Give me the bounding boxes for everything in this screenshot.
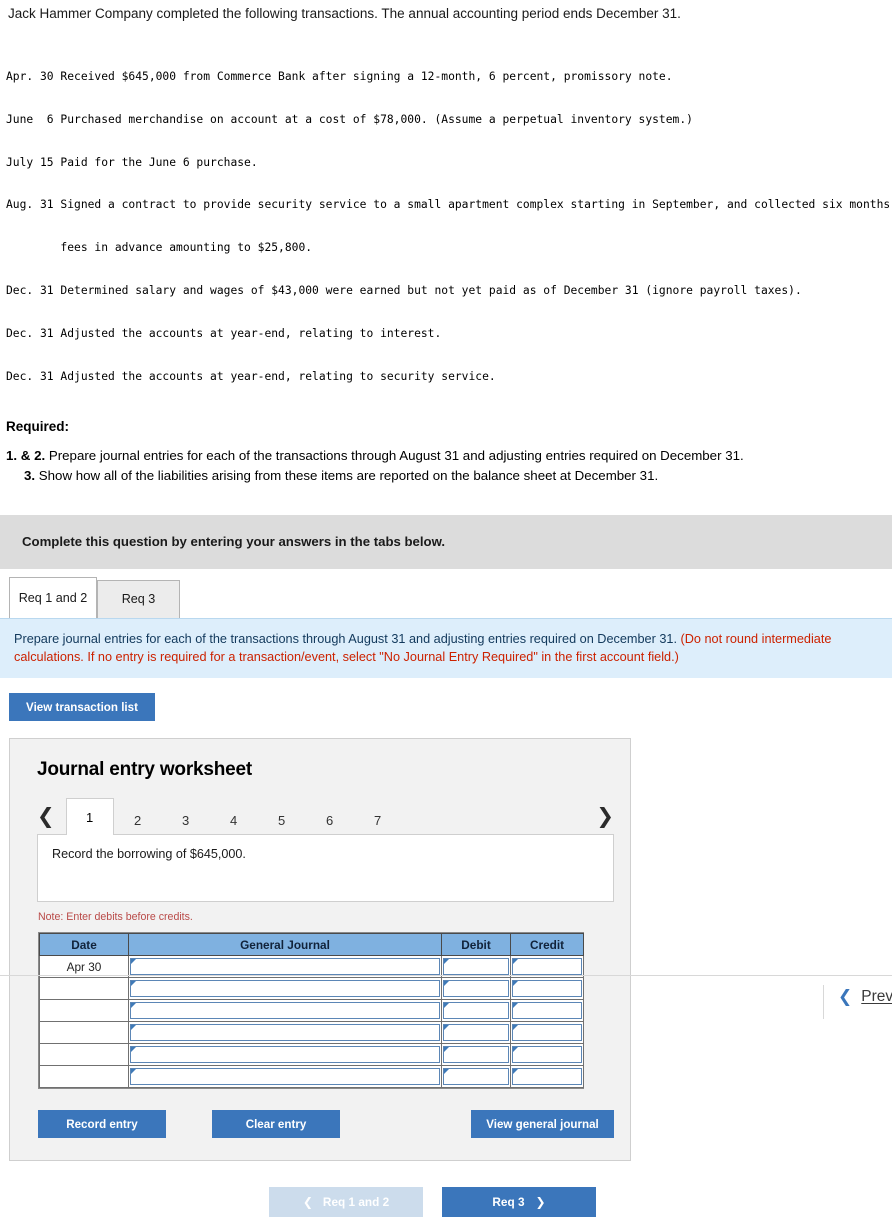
column-header-credit: Credit: [510, 933, 584, 957]
account-select-field[interactable]: [130, 1046, 440, 1064]
column-header-date: Date: [39, 933, 129, 957]
cell-credit: [510, 1043, 584, 1067]
transaction-line: Apr. 30 Received $645,000 from Commerce …: [6, 69, 673, 83]
pager-page-3[interactable]: 3: [162, 805, 210, 835]
instruction-banner: Prepare journal entries for each of the …: [0, 617, 892, 679]
req-3-next-label: Req 3: [492, 1195, 525, 1210]
bottom-navigation-bar: ❮ Prev: [0, 975, 892, 1024]
requirement-navigation: ❮ Req 1 and 2 Req 3 ❯: [0, 1187, 892, 1217]
req-1-and-2-prev-label: Req 1 and 2: [322, 1195, 390, 1210]
debit-input-field[interactable]: [443, 1046, 509, 1064]
credit-input-field[interactable]: [512, 1046, 582, 1064]
req-1-and-2-prev-button[interactable]: ❮ Req 1 and 2: [269, 1187, 423, 1217]
record-entry-button[interactable]: Record entry: [38, 1110, 166, 1139]
clear-entry-button[interactable]: Clear entry: [212, 1110, 340, 1139]
problem-statement-text: Jack Hammer Company completed the follow…: [8, 6, 681, 21]
tab-req-3-label: Req 3: [121, 592, 156, 607]
cell-general-journal: [128, 1043, 442, 1067]
tab-req-1-and-2[interactable]: Req 1 and 2: [9, 576, 97, 618]
worksheet-action-buttons: Record entry Clear entry View general jo…: [38, 1110, 614, 1139]
debit-input-field[interactable]: [443, 1068, 509, 1086]
credit-input-field[interactable]: [512, 958, 582, 976]
transaction-list: Apr. 30 Received $645,000 from Commerce …: [0, 23, 892, 398]
pager-page-5[interactable]: 5: [258, 805, 306, 835]
prev-link[interactable]: ❮ Prev: [838, 988, 892, 1006]
required-item-3-text: Show how all of the liabilities arising …: [35, 467, 659, 483]
transaction-line: July 15 Paid for the June 6 purchase.: [6, 155, 258, 169]
credit-input-field[interactable]: [512, 1068, 582, 1086]
pager-next-icon[interactable]: ❯: [596, 806, 614, 835]
account-select-field[interactable]: [130, 1024, 440, 1042]
table-row: [39, 1043, 584, 1067]
pager-page-2[interactable]: 2: [114, 805, 162, 835]
transaction-line: Aug. 31 Signed a contract to provide sec…: [6, 198, 892, 212]
required-heading: Required:: [6, 418, 70, 434]
chevron-right-icon: ❯: [535, 1195, 546, 1210]
cell-general-journal: [128, 1065, 442, 1089]
problem-statement: Jack Hammer Company completed the follow…: [0, 0, 892, 23]
view-transaction-list-button[interactable]: View transaction list: [9, 693, 155, 722]
required-item-1-2-number: 1. & 2.: [6, 447, 46, 463]
pager-page-numbers: 1 2 3 4 5 6 7: [65, 798, 402, 836]
transaction-line: June 6 Purchased merchandise on account …: [6, 112, 693, 126]
table-row: [39, 1021, 584, 1045]
bottom-bar-divider: [823, 985, 824, 1019]
cell-credit: [510, 1065, 584, 1089]
worksheet-prompt-box: Record the borrowing of $645,000.: [37, 834, 614, 903]
transaction-line: Dec. 31 Adjusted the accounts at year-en…: [6, 370, 496, 384]
worksheet-pager: ❮ 1 2 3 4 5 6 7 ❯: [10, 798, 630, 836]
complete-question-text: Complete this question by entering your …: [22, 534, 446, 550]
journal-entry-worksheet-panel: Journal entry worksheet ❮ 1 2 3 4 5 6 7 …: [9, 738, 631, 1162]
debit-input-field[interactable]: [443, 1024, 509, 1042]
cell-date: [39, 1021, 129, 1045]
table-row: [39, 1065, 584, 1089]
pager-prev-icon[interactable]: ❮: [37, 806, 55, 835]
pager-page-7[interactable]: 7: [354, 805, 402, 835]
transaction-line: Dec. 31 Determined salary and wages of $…: [6, 284, 802, 298]
tab-req-3[interactable]: Req 3: [97, 579, 180, 618]
req-3-next-button[interactable]: Req 3 ❯: [442, 1187, 596, 1217]
cell-debit: [441, 1021, 511, 1045]
transaction-line-continuation: fees in advance amounting to $25,800.: [6, 241, 313, 255]
worksheet-title: Journal entry worksheet: [37, 759, 253, 781]
chevron-left-icon: ❮: [302, 1195, 313, 1210]
instruction-main-text: Prepare journal entries for each of the …: [14, 631, 681, 646]
complete-question-banner: Complete this question by entering your …: [0, 514, 892, 569]
column-header-general-journal: General Journal: [128, 933, 442, 957]
worksheet-prompt-text: Record the borrowing of $645,000.: [52, 847, 246, 862]
debit-input-field[interactable]: [443, 958, 509, 976]
requirement-tabs: Req 1 and 2 Req 3: [0, 576, 892, 618]
required-items: 1. & 2. Prepare journal entries for each…: [0, 434, 892, 486]
view-general-journal-button[interactable]: View general journal: [471, 1110, 614, 1139]
account-select-field[interactable]: [130, 1068, 440, 1086]
prev-link-label: Prev: [861, 988, 892, 1005]
credit-input-field[interactable]: [512, 1024, 582, 1042]
cell-debit: [441, 1043, 511, 1067]
chevron-left-icon: ❮: [838, 986, 853, 1007]
cell-credit: [510, 1021, 584, 1045]
pager-page-6[interactable]: 6: [306, 805, 354, 835]
pager-page-1[interactable]: 1: [65, 798, 114, 836]
debits-before-credits-note: Note: Enter debits before credits.: [38, 911, 193, 924]
cell-date: [39, 1065, 129, 1089]
tab-req-1-and-2-label: Req 1 and 2: [18, 590, 88, 605]
account-select-field[interactable]: [130, 958, 440, 976]
pager-page-4[interactable]: 4: [210, 805, 258, 835]
cell-date: [39, 1043, 129, 1067]
required-item-3-number: 3.: [24, 467, 36, 483]
required-item-3: 3. Show how all of the liabilities arisi…: [6, 466, 884, 486]
cell-debit: [441, 1065, 511, 1089]
required-item-1-2-text: Prepare journal entries for each of the …: [45, 447, 744, 463]
transaction-line: Dec. 31 Adjusted the accounts at year-en…: [6, 327, 442, 341]
cell-general-journal: [128, 1021, 442, 1045]
column-header-debit: Debit: [441, 933, 511, 957]
journal-table-header-row: Date General Journal Debit Credit: [39, 933, 584, 957]
required-item-1-2: 1. & 2. Prepare journal entries for each…: [6, 446, 884, 466]
